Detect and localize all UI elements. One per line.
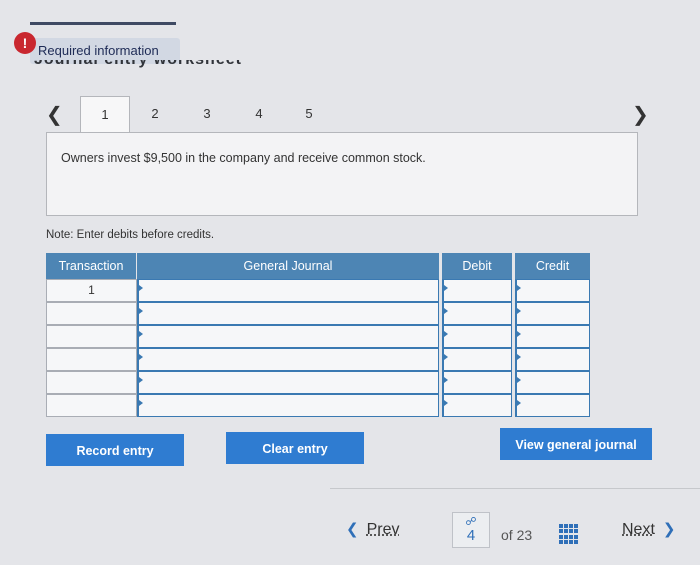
account-input[interactable] [137,348,439,371]
chevron-right-icon: ❯ [662,520,676,538]
step-tab-2[interactable]: 2 [130,96,180,132]
next-link[interactable]: Next ❯ [622,520,675,552]
page-total: of 23 [501,527,533,543]
account-input[interactable] [137,371,439,394]
debit-input[interactable] [442,302,512,325]
prev-link[interactable]: ❮ Prev [346,520,399,552]
account-input[interactable] [137,394,439,417]
prev-label: Prev [366,521,400,538]
journal-table: Transaction General Journal Debit Credit… [46,253,592,419]
transaction-cell: 1 [46,279,137,302]
note-text: Note: Enter debits before credits. [46,229,215,241]
debit-input[interactable] [442,348,512,371]
header-credit: Credit [515,253,590,279]
clear-entry-button[interactable]: Clear entry [226,432,364,464]
page-number-box[interactable]: ☍ 4 [452,512,490,548]
credit-input[interactable] [515,394,590,417]
transaction-cell [46,348,137,371]
credit-input[interactable] [515,279,590,302]
credit-input[interactable] [515,325,590,348]
debit-input[interactable] [442,325,512,348]
header-transaction: Transaction [46,253,136,279]
footer-divider [330,488,700,489]
chevron-left-icon: ❮ [346,520,359,538]
table-row [46,325,592,348]
debit-input[interactable] [442,371,512,394]
transaction-cell [46,394,137,417]
link-icon: ☍ [465,515,477,528]
account-input[interactable] [137,325,439,348]
credit-input[interactable] [515,348,590,371]
exclamation-icon: ! [14,32,36,54]
transaction-cell [46,371,137,394]
grid-icon[interactable] [559,524,579,544]
step-tab-4[interactable]: 4 [234,96,284,132]
transaction-prompt: Owners invest $9,500 in the company and … [46,132,638,216]
top-divider [30,22,176,25]
debit-input[interactable] [442,279,512,302]
step-tab-1[interactable]: 1 [80,96,130,132]
account-input[interactable] [137,279,439,302]
table-row [46,348,592,371]
table-row [46,371,592,394]
next-label: Next [622,521,655,538]
header-debit: Debit [442,253,512,279]
transaction-cell [46,302,137,325]
chevron-left-icon[interactable]: ❮ [46,102,63,126]
current-page: 4 [466,527,476,544]
worksheet-heading: Journal entry worksheet [34,60,294,76]
table-row [46,394,592,417]
required-info-label: Required information [38,43,159,58]
header-general-journal: General Journal [137,253,439,279]
view-general-journal-button[interactable]: View general journal [500,428,652,460]
table-row: 1 [46,279,592,302]
transaction-cell [46,325,137,348]
chevron-right-icon[interactable]: ❯ [632,102,649,126]
credit-input[interactable] [515,302,590,325]
credit-input[interactable] [515,371,590,394]
step-tab-3[interactable]: 3 [182,96,232,132]
prompt-text: Owners invest $9,500 in the company and … [61,151,426,165]
step-navigation: ❮ 1 2 3 4 5 ❯ [38,96,668,132]
step-tab-5[interactable]: 5 [284,96,334,132]
table-row [46,302,592,325]
debit-input[interactable] [442,394,512,417]
account-input[interactable] [137,302,439,325]
record-entry-button[interactable]: Record entry [46,434,184,466]
